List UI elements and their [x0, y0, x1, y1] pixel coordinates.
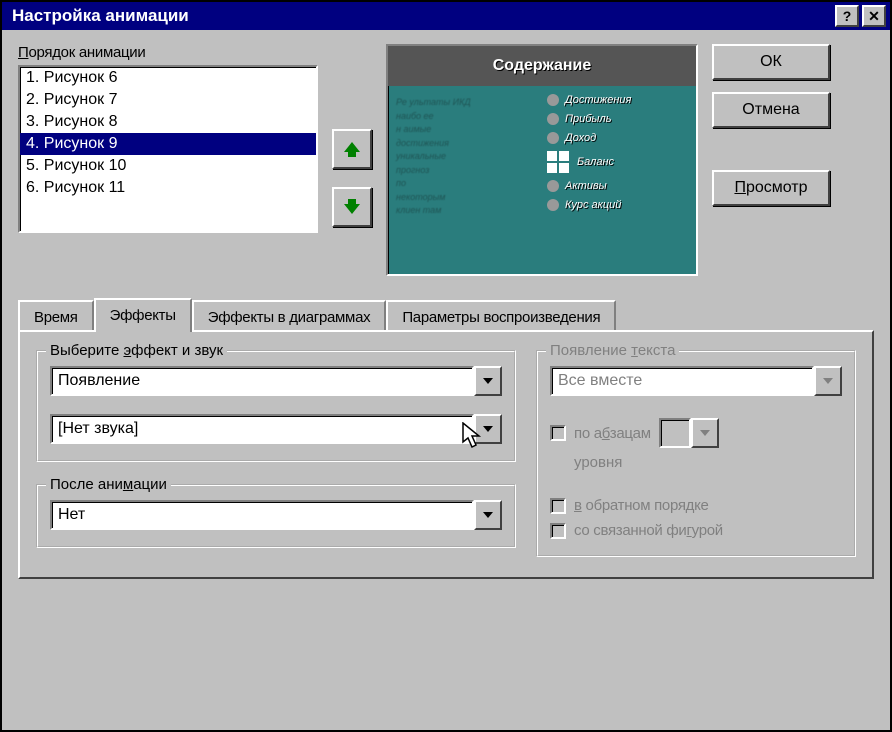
after-animation-group: После анимации Нет	[36, 484, 516, 548]
preview-button[interactable]: Просмотр	[712, 170, 830, 206]
move-down-button[interactable]	[332, 187, 372, 227]
list-item[interactable]: 4. Рисунок 9	[20, 133, 316, 155]
animation-order-listbox[interactable]: 1. Рисунок 6 2. Рисунок 7 3. Рисунок 8 4…	[18, 65, 318, 233]
tab-playback[interactable]: Параметры воспроизведения	[386, 300, 616, 332]
effect-combo[interactable]: Появление	[50, 366, 502, 396]
level-label: уровня	[550, 454, 842, 471]
list-item[interactable]: 5. Рисунок 10	[20, 155, 316, 177]
preview-heading: Содержание	[388, 46, 696, 86]
text-mode-combo: Все вместе	[550, 366, 842, 396]
by-paragraph-checkbox: по абзацам	[550, 425, 651, 442]
effect-sound-group: Выберите эффект и звук Появление [Нет зв…	[36, 350, 516, 462]
effect-combo-value: Появление	[50, 366, 474, 396]
preview-right-list: Достижения Прибыль Доход Баланс Активы К…	[541, 86, 696, 274]
checkbox-icon	[550, 523, 566, 539]
tab-effects[interactable]: Эффекты	[94, 298, 192, 332]
tab-chart-effects[interactable]: Эффекты в диаграммах	[192, 300, 387, 332]
level-combo	[659, 418, 719, 448]
text-appearance-group: Появление текста Все вместе по абзацам	[536, 350, 856, 557]
text-mode-value: Все вместе	[550, 366, 814, 396]
close-button[interactable]: ✕	[862, 5, 886, 27]
sound-combo-button[interactable]	[474, 414, 502, 444]
question-icon: ?	[843, 8, 852, 24]
linked-shape-checkbox: со связанной фигурой	[550, 522, 842, 539]
preview-left-text: Ре ультаты ИКД наибо ее н аимые достижен…	[388, 86, 541, 274]
close-icon: ✕	[868, 8, 880, 25]
tab-row: Время Эффекты Эффекты в диаграммах Парам…	[18, 298, 874, 330]
titlebar: Настройка анимации ? ✕	[2, 2, 890, 30]
sound-combo[interactable]: [Нет звука]	[50, 414, 502, 444]
ok-button[interactable]: ОК	[712, 44, 830, 80]
chevron-down-icon	[482, 375, 494, 387]
order-label: Порядок анимации	[18, 44, 318, 61]
chevron-down-icon	[822, 375, 834, 387]
list-item[interactable]: 2. Рисунок 7	[20, 89, 316, 111]
list-item[interactable]: 3. Рисунок 8	[20, 111, 316, 133]
window-title: Настройка анимации	[6, 6, 832, 26]
help-button[interactable]: ?	[835, 5, 859, 27]
after-combo-value: Нет	[50, 500, 474, 530]
checkbox-icon	[550, 425, 566, 441]
after-combo-button[interactable]	[474, 500, 502, 530]
chevron-down-icon	[699, 427, 711, 439]
move-up-button[interactable]	[332, 129, 372, 169]
tab-panel-effects: Выберите эффект и звук Появление [Нет зв…	[18, 330, 874, 579]
group-legend: После анимации	[46, 476, 171, 493]
chevron-down-icon	[482, 509, 494, 521]
effect-combo-button[interactable]	[474, 366, 502, 396]
reverse-order-checkbox: в обратном порядке	[550, 497, 842, 514]
list-item[interactable]: 6. Рисунок 11	[20, 177, 316, 199]
group-legend: Появление текста	[546, 342, 679, 359]
slide-preview: Содержание Ре ультаты ИКД наибо ее н аим…	[386, 44, 698, 276]
cancel-button[interactable]: Отмена	[712, 92, 830, 128]
chevron-down-icon	[482, 423, 494, 435]
arrow-up-icon	[342, 139, 362, 159]
tab-time[interactable]: Время	[18, 300, 94, 332]
level-combo-button	[691, 418, 719, 448]
checkbox-icon	[550, 498, 566, 514]
text-mode-button	[814, 366, 842, 396]
arrow-down-icon	[342, 197, 362, 217]
dialog-window: Настройка анимации ? ✕ Порядок анимации …	[0, 0, 892, 732]
sound-combo-value: [Нет звука]	[50, 414, 474, 444]
group-legend: Выберите эффект и звук	[46, 342, 227, 359]
after-combo[interactable]: Нет	[50, 500, 502, 530]
list-item[interactable]: 1. Рисунок 6	[20, 67, 316, 89]
